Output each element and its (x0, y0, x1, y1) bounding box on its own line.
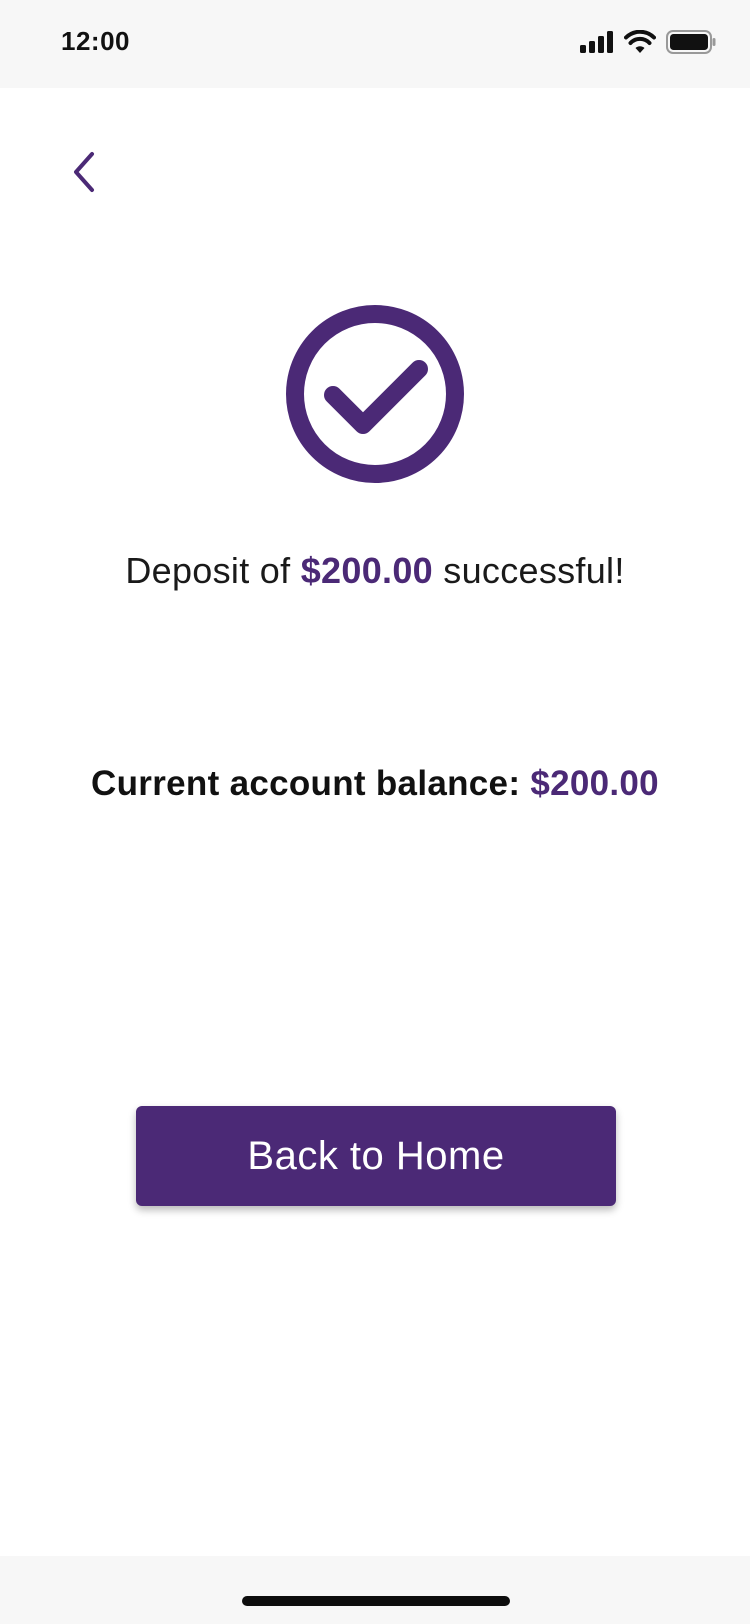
chevron-left-icon (69, 150, 99, 199)
deposit-message-prefix: Deposit of (125, 550, 301, 591)
balance-label: Current account balance: (91, 764, 531, 803)
signal-icon (580, 31, 614, 53)
account-balance: Current account balance: $200.00 (0, 764, 750, 804)
wifi-icon (624, 30, 656, 54)
home-indicator[interactable] (242, 1596, 510, 1606)
status-bar: 12:00 (0, 0, 750, 88)
deposit-message-suffix: successful! (432, 550, 625, 591)
deposit-success-message: Deposit of $200.00 successful! (0, 550, 750, 592)
balance-amount: $200.00 (530, 764, 659, 803)
bottom-bar (0, 1556, 750, 1624)
back-to-home-button[interactable]: Back to Home (136, 1106, 616, 1206)
back-button[interactable] (60, 148, 108, 200)
check-circle-icon (284, 303, 466, 485)
status-time: 12:00 (61, 26, 130, 56)
battery-icon (666, 30, 716, 54)
status-icons (580, 30, 716, 54)
deposit-amount: $200.00 (300, 550, 433, 591)
